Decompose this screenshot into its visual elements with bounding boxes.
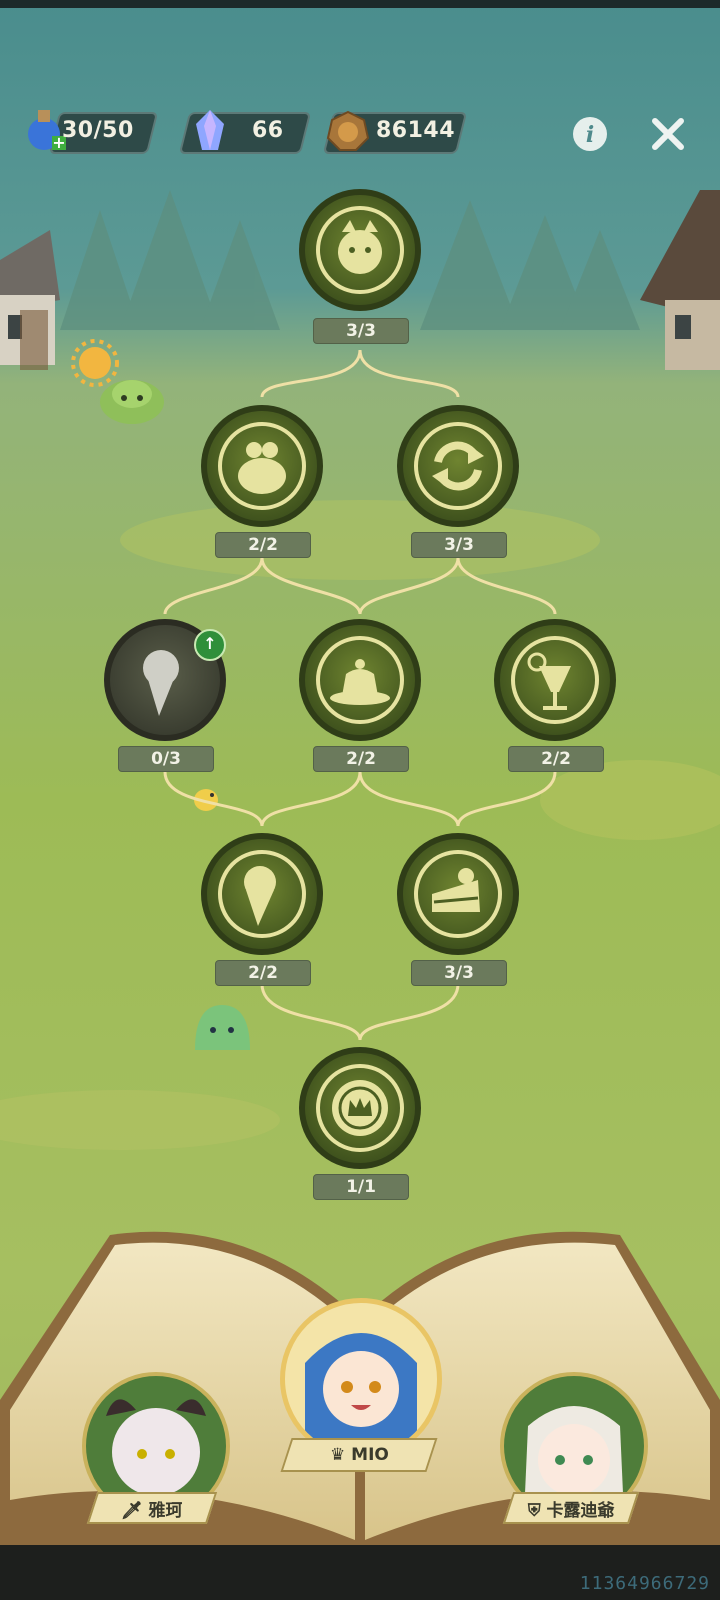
character-center-tag[interactable]: ♛ MIO [280,1438,438,1472]
character-right-tag[interactable]: ⛨ 卡露迪爺 [502,1492,640,1524]
coin-value: 86144 [376,118,456,143]
crystal-icon [196,110,224,150]
cake-icon [397,833,519,955]
skill-node-refresh[interactable] [396,404,520,528]
crown-icon: ♛ [329,1445,351,1465]
progress-badge-icecream-locked: 0/3 [118,746,214,772]
stamina-value: 30/50 [62,118,134,143]
character-center-portrait[interactable] [280,1298,442,1460]
progress-badge-top: 3/3 [313,318,409,344]
skill-node-pudding[interactable] [298,618,422,742]
slime-sprite [100,380,164,424]
character-left-name: 雅珂 [148,1500,183,1521]
pumpkin-coin-icon [326,110,370,151]
gem-value: 66 [252,118,284,143]
character-center-name: MIO [350,1445,389,1465]
character-center-art [305,1333,417,1455]
skill-node-cake[interactable] [396,832,520,956]
gem-counter[interactable]: 66 [176,110,312,154]
progress-badge-icecream: 2/2 [215,960,311,986]
progress-badge-refresh: 3/3 [411,532,507,558]
close-icon [652,118,684,150]
skill-node-bag[interactable] [200,404,324,528]
character-face-icon [299,189,421,311]
skill-node-cocktail[interactable] [493,618,617,742]
ice-cream-icon [201,833,323,955]
character-right-name: 卡露迪爺 [546,1500,615,1521]
sword-icon: 🗡 [121,1500,149,1521]
progress-badge-pudding: 2/2 [313,746,409,772]
cocktail-icon [494,619,616,741]
character-left-tag[interactable]: 🗡 雅珂 [86,1492,218,1524]
crown-seal-icon [299,1047,421,1169]
skill-node-top[interactable] [298,188,422,312]
stamina-counter[interactable]: + 30/50 [24,110,159,154]
shield-icon: ⛨ [527,1500,547,1521]
progress-badge-root: 1/1 [313,1174,409,1200]
money-bag-icon [201,405,323,527]
close-button[interactable] [646,112,690,156]
progress-badge-cake: 3/3 [411,960,507,986]
skill-node-root[interactable] [298,1046,422,1170]
info-button[interactable]: i [568,112,612,156]
skill-node-icecream[interactable] [200,832,324,956]
upgrade-available-badge: ↑ [194,629,226,661]
coin-counter[interactable]: 86144 [320,110,468,154]
svg-text:i: i [586,122,594,148]
refresh-icon [397,405,519,527]
user-id: 11364966729 [579,1573,710,1594]
pudding-icon [299,619,421,741]
progress-badge-bag: 2/2 [215,532,311,558]
info-icon: i [573,117,607,151]
progress-badge-cocktail: 2/2 [508,746,604,772]
